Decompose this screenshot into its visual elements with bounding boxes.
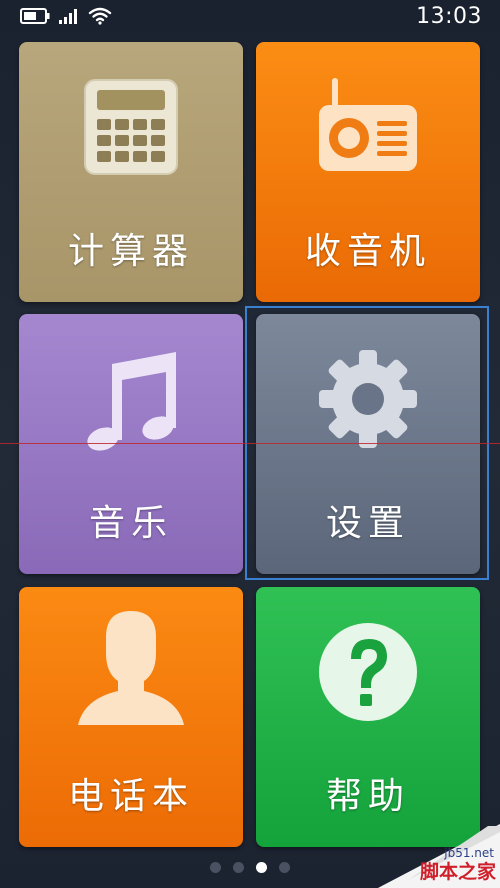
tile-label-help: 帮助 <box>325 776 410 817</box>
help-question-icon <box>256 587 480 757</box>
page-dot[interactable] <box>210 862 221 873</box>
tile-radio[interactable]: 收音机 <box>256 42 480 302</box>
page-dot[interactable] <box>233 862 244 873</box>
watermark-name: 脚本之家 <box>419 861 496 883</box>
music-note-icon <box>19 314 243 484</box>
clock: 13:03 <box>416 4 482 29</box>
page-dot[interactable] <box>279 862 290 873</box>
tile-label-settings: 设置 <box>325 503 410 544</box>
status-bar: 13:03 <box>0 0 500 36</box>
battery-icon <box>20 8 50 24</box>
tile-label-contacts: 电话本 <box>67 776 194 817</box>
guide-line <box>0 443 500 444</box>
tile-help[interactable]: 帮助 <box>256 587 480 847</box>
tile-label-calculator: 计算器 <box>67 231 194 272</box>
tile-label-radio: 收音机 <box>304 231 431 272</box>
tile-settings[interactable]: 设置 <box>256 314 480 574</box>
signal-icon <box>59 9 77 24</box>
tile-music[interactable]: 音乐 <box>19 314 243 574</box>
contact-person-icon <box>19 587 243 757</box>
watermark: jb51.net 脚本之家 <box>368 820 500 888</box>
tile-calculator[interactable]: 计算器 <box>19 42 243 302</box>
tile-contacts[interactable]: 电话本 <box>19 587 243 847</box>
radio-icon <box>256 42 480 212</box>
gear-icon <box>256 314 480 484</box>
status-icons <box>20 7 112 25</box>
page-dot-active[interactable] <box>256 862 267 873</box>
wifi-icon <box>88 7 112 25</box>
tile-label-music: 音乐 <box>88 503 173 544</box>
calculator-icon <box>19 42 243 212</box>
